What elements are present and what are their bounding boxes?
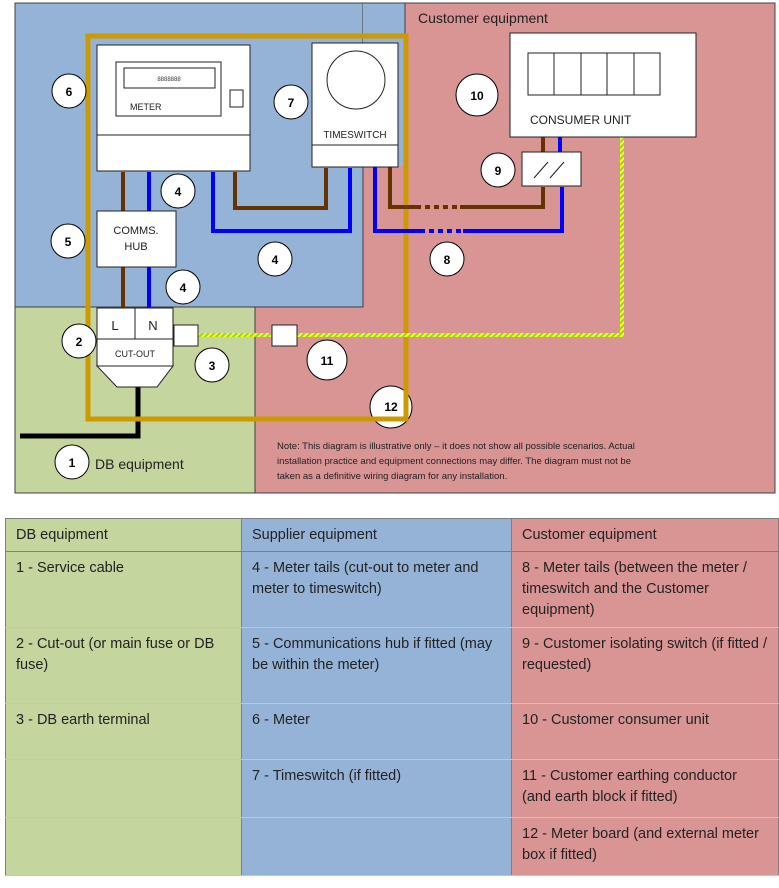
legend-cell: 12 - Meter board (and external meter box… — [511, 817, 779, 876]
legend-cell: 5 - Communications hub if fitted (may be… — [241, 627, 512, 704]
svg-text:10: 10 — [470, 89, 484, 103]
timeswitch-label: TIMESWITCH — [323, 130, 386, 141]
timeswitch: TIMESWITCH — [311, 42, 399, 168]
svg-text:5: 5 — [65, 235, 72, 249]
cut-out: L N CUT-OUT — [95, 307, 175, 388]
comms-hub-label-1: COMMS. — [113, 225, 158, 237]
wiring-diagram: Customer equipment DB equipment 8888888 … — [14, 2, 776, 494]
consumer-unit-label: CONSUMER UNIT — [530, 113, 632, 127]
legend-cell: 2 - Cut-out (or main fuse or DB fuse) — [5, 627, 242, 704]
legend-row: 7 - Timeswitch (if fitted) 11 - Customer… — [5, 759, 779, 818]
callout-8: 8 — [429, 241, 465, 277]
cut-out-label: CUT-OUT — [115, 349, 155, 359]
meter-label: METER — [130, 102, 162, 112]
earth-block — [271, 324, 298, 347]
isolating-switch — [521, 151, 582, 187]
legend-cell — [241, 817, 512, 876]
legend-cell: 3 - DB earth terminal — [5, 703, 242, 760]
comms-hub-label-2: HUB — [124, 241, 147, 253]
legend-cell: 6 - Meter — [241, 703, 512, 760]
legend-row: 12 - Meter board (and external meter box… — [5, 817, 779, 876]
db-earth-terminal — [173, 324, 199, 347]
zone-label-customer: Customer equipment — [418, 10, 548, 26]
legend-cell — [5, 759, 242, 818]
svg-text:Note: This diagram is illustra: Note: This diagram is illustrative only … — [277, 441, 635, 452]
legend-row: 2 - Cut-out (or main fuse or DB fuse) 5 … — [5, 627, 779, 704]
zone-label-db: DB equipment — [95, 456, 184, 472]
legend-cell — [5, 817, 242, 876]
meter-button — [229, 89, 244, 108]
legend-header-customer: Customer equipment — [511, 518, 779, 552]
callout-10: 10 — [455, 73, 499, 117]
legend-header-row: DB equipment Supplier equipment Customer… — [5, 518, 779, 552]
cut-out-neutral-label: N — [148, 318, 157, 333]
svg-text:8: 8 — [444, 253, 451, 267]
callout-1: 1 — [54, 444, 90, 480]
legend-header-db: DB equipment — [5, 518, 242, 552]
svg-text:taken as a definitive wiring d: taken as a definitive wiring diagram for… — [277, 471, 507, 482]
callout-9: 9 — [480, 152, 516, 188]
svg-text:4: 4 — [180, 281, 187, 295]
legend-cell: 7 - Timeswitch (if fitted) — [241, 759, 512, 818]
legend-cell: 8 - Meter tails (between the meter / tim… — [511, 551, 779, 628]
legend-cell: 4 - Meter tails (cut-out to meter and me… — [241, 551, 512, 628]
legend-table: DB equipment Supplier equipment Customer… — [5, 518, 779, 876]
svg-text:3: 3 — [209, 359, 216, 373]
legend-cell: 11 - Customer earthing conductor (and ea… — [511, 759, 779, 818]
svg-text:12: 12 — [384, 400, 398, 414]
comms-hub: COMMS. HUB — [96, 210, 177, 268]
callout-5: 5 — [50, 223, 86, 259]
callout-6: 6 — [51, 73, 87, 109]
svg-text:2: 2 — [76, 335, 83, 349]
legend-row: 1 - Service cable 4 - Meter tails (cut-o… — [5, 551, 779, 628]
meter: 8888888 METER — [96, 44, 251, 172]
svg-text:6: 6 — [66, 85, 73, 99]
callout-7: 7 — [273, 84, 309, 120]
callout-2: 2 — [61, 323, 97, 359]
svg-text:installation practice and equi: installation practice and equipment conn… — [277, 456, 631, 467]
cut-out-live-label: L — [111, 318, 118, 333]
svg-text:4: 4 — [175, 185, 182, 199]
svg-text:11: 11 — [321, 354, 334, 368]
svg-text:7: 7 — [288, 96, 295, 110]
timeswitch-dial-icon — [326, 50, 386, 110]
legend-cell: 9 - Customer isolating switch (if fitted… — [511, 627, 779, 704]
legend-header-supplier: Supplier equipment — [241, 518, 512, 552]
callout-4c: 4 — [165, 269, 201, 305]
legend-cell: 10 - Customer consumer unit — [511, 703, 779, 760]
meter-display: 8888888 — [157, 77, 181, 83]
svg-text:1: 1 — [69, 456, 76, 470]
consumer-unit: CONSUMER UNIT — [509, 32, 697, 138]
callout-4a: 4 — [160, 173, 196, 209]
legend-cell: 1 - Service cable — [5, 551, 242, 628]
callout-4b: 4 — [257, 241, 293, 277]
callout-11: 11 — [306, 339, 348, 381]
legend-row: 3 - DB earth terminal 6 - Meter 10 - Cus… — [5, 703, 779, 760]
svg-text:4: 4 — [272, 253, 279, 267]
callout-3: 3 — [194, 347, 230, 383]
svg-text:9: 9 — [495, 164, 502, 178]
